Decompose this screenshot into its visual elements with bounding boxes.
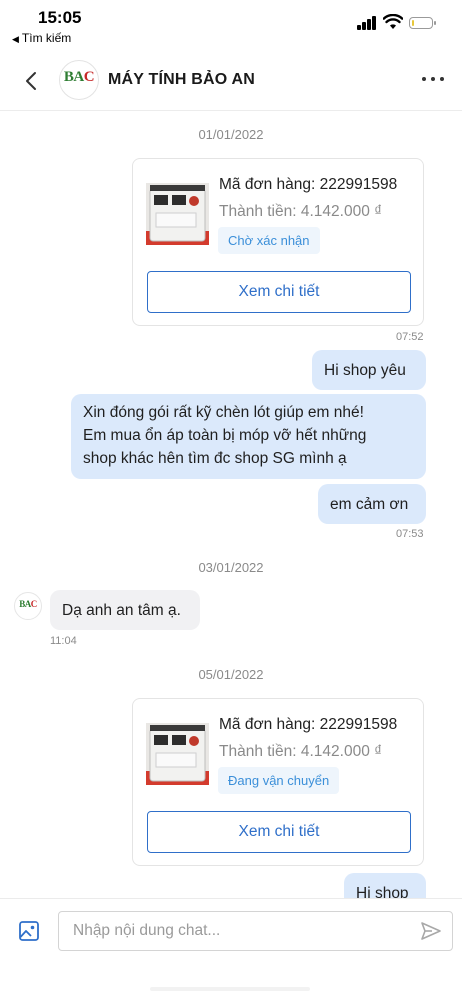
signal-icon (357, 16, 377, 30)
battery-fill (411, 19, 414, 26)
shop-name-title[interactable]: MÁY TÍNH BẢO AN (108, 71, 255, 89)
product-thumbnail (146, 723, 209, 785)
chat-input-bar (0, 898, 462, 1001)
status-bar: 15:05 ◀ Tìm kiếm (0, 0, 462, 48)
view-detail-button[interactable]: Xem chi tiết (147, 811, 411, 853)
date-separator: 05/01/2022 (198, 667, 264, 682)
message-time: 11:04 (50, 635, 77, 647)
message-line: Em mua ổn áp toàn bị móp vỡ hết những (83, 427, 367, 444)
shop-logo: BAC (19, 599, 37, 609)
more-horizontal-icon[interactable] (420, 69, 446, 89)
home-indicator (150, 987, 310, 991)
back-to-app-link[interactable]: ◀ Tìm kiếm (12, 31, 71, 45)
order-status-badge: Chờ xác nhận (218, 227, 320, 254)
message-line: Xin đóng gói rất kỹ chèn lót giúp em nhé… (83, 404, 364, 421)
product-thumbnail (146, 183, 209, 245)
order-status-badge: Đang vận chuyển (218, 767, 340, 794)
image-icon[interactable] (17, 919, 41, 943)
outgoing-message[interactable]: Xin đóng gói rất kỹ chèn lót giúp em nhé… (71, 394, 426, 479)
chevron-left-icon[interactable] (18, 66, 46, 96)
message-time: 07:53 (396, 528, 424, 540)
back-triangle-icon: ◀ (12, 34, 19, 44)
chat-header: BAC MÁY TÍNH BẢO AN (0, 52, 462, 111)
back-app-label: Tìm kiếm (21, 31, 72, 45)
outgoing-message[interactable]: em cảm ơn (318, 484, 426, 524)
send-icon[interactable] (420, 920, 442, 942)
shop-logo: BAC (63, 69, 95, 85)
message-time: 07:52 (396, 331, 424, 343)
incoming-message[interactable]: Dạ anh an tâm ạ. (50, 590, 200, 630)
date-separator: 03/01/2022 (198, 560, 264, 575)
order-code: Mã đơn hàng: 222991598 (219, 716, 398, 733)
battery-icon (409, 17, 436, 29)
message-line: shop khác hên tìm đc shop SG mình ạ (83, 450, 347, 467)
order-code: Mã đơn hàng: 222991598 (219, 176, 398, 193)
outgoing-message[interactable]: Hi shop yêu (312, 350, 426, 390)
date-separator: 01/01/2022 (198, 127, 264, 142)
status-time: 15:05 (38, 8, 82, 27)
shop-avatar[interactable]: BAC (59, 60, 99, 100)
order-card[interactable]: Mã đơn hàng: 222991598 Thành tiền: 4.142… (132, 158, 424, 326)
order-total: Thành tiền: 4.142.000 ₫ (219, 203, 383, 220)
chat-input[interactable] (58, 911, 453, 951)
order-total: Thành tiền: 4.142.000 ₫ (219, 743, 383, 760)
order-card[interactable]: Mã đơn hàng: 222991598 Thành tiền: 4.142… (132, 698, 424, 866)
wifi-icon (383, 14, 403, 29)
shop-avatar-small: BAC (14, 592, 42, 620)
view-detail-button[interactable]: Xem chi tiết (147, 271, 411, 313)
